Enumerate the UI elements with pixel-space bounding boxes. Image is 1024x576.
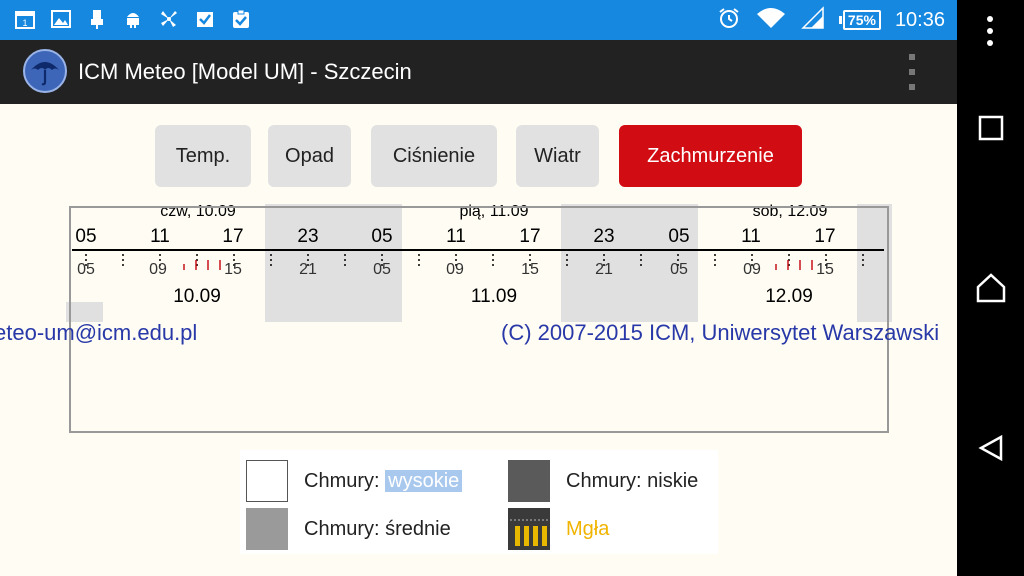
legend-item-low-clouds: Chmury: niskie xyxy=(508,460,698,502)
legend-item-high-clouds: Chmury: wysokie xyxy=(246,460,463,502)
android-debug-icon xyxy=(122,8,144,30)
tab-opad[interactable]: Opad xyxy=(268,125,351,187)
clipboard-check-icon xyxy=(230,8,252,30)
menu-dot-icon xyxy=(987,28,993,34)
legend-high-value: wysokie xyxy=(385,469,463,492)
usb-icon xyxy=(86,8,108,30)
tab-wiatr[interactable]: Wiatr xyxy=(516,125,599,187)
svg-text:1: 1 xyxy=(22,18,27,28)
back-triangle-icon xyxy=(978,434,1003,462)
legend-high-prefix: Chmury: xyxy=(304,469,386,492)
task-check-icon xyxy=(194,8,216,30)
back-button[interactable] xyxy=(971,428,1011,468)
tab-temp[interactable]: Temp. xyxy=(155,125,251,187)
notification-icons: 1 xyxy=(14,8,252,30)
legend-item-fog: Mgła xyxy=(508,508,609,550)
wifi-icon xyxy=(755,6,787,35)
contact-email-link[interactable]: eteo-um@icm.edu.pl xyxy=(0,320,197,346)
battery-tip xyxy=(838,16,842,24)
nav-menu-button[interactable] xyxy=(985,16,995,46)
menu-dot-icon xyxy=(909,84,915,90)
navigation-bar xyxy=(957,0,1024,576)
legend-swatch-low xyxy=(508,460,550,502)
tab-cisnienie[interactable]: Ciśnienie xyxy=(371,125,497,187)
signal-icon xyxy=(801,5,825,35)
action-bar: ICM Meteo [Model UM] - Szczecin xyxy=(0,40,957,104)
recents-square-icon xyxy=(978,115,1004,141)
calendar-icon: 1 xyxy=(14,8,36,30)
menu-dot-icon xyxy=(909,69,915,75)
home-button[interactable] xyxy=(971,268,1011,308)
menu-dot-icon xyxy=(909,54,915,60)
home-icon xyxy=(976,273,1006,303)
recents-button[interactable] xyxy=(971,108,1011,148)
umbrella-logo-icon xyxy=(22,48,68,94)
legend-swatch-high xyxy=(246,460,288,502)
menu-dot-icon xyxy=(987,40,993,46)
alarm-icon xyxy=(717,6,741,35)
copyright-text: (C) 2007-2015 ICM, Uniwersytet Warszawsk… xyxy=(501,320,940,345)
windmill-icon xyxy=(158,8,180,30)
fog-swatch-icon xyxy=(508,508,550,550)
main-content: Temp. Opad Ciśnienie Wiatr Zachmurzenie … xyxy=(0,104,957,576)
legend-item-mid-clouds: Chmury: średnie xyxy=(246,508,451,550)
tab-zachmurzenie[interactable]: Zachmurzenie xyxy=(619,125,802,187)
battery-level: 75% xyxy=(842,10,881,30)
legend-swatch-mid xyxy=(246,508,288,550)
legend-label-high: Chmury: wysokie xyxy=(304,469,463,493)
legend-label-fog: Mgła xyxy=(566,517,610,540)
battery-indicator: 75% xyxy=(838,10,881,30)
image-icon xyxy=(50,8,72,30)
legend: Chmury: wysokie Chmury: niskie Chmury: ś… xyxy=(240,450,718,554)
legend-label-mid: Chmury: średnie xyxy=(304,517,451,540)
clock: 10:36 xyxy=(894,8,945,31)
app-title: ICM Meteo [Model UM] - Szczecin xyxy=(78,59,412,84)
legend-label-low: Chmury: niskie xyxy=(566,469,699,492)
menu-dot-icon xyxy=(987,16,993,22)
overflow-menu-button[interactable] xyxy=(902,54,922,90)
status-bar: 1 75% 10:36 xyxy=(0,0,957,40)
